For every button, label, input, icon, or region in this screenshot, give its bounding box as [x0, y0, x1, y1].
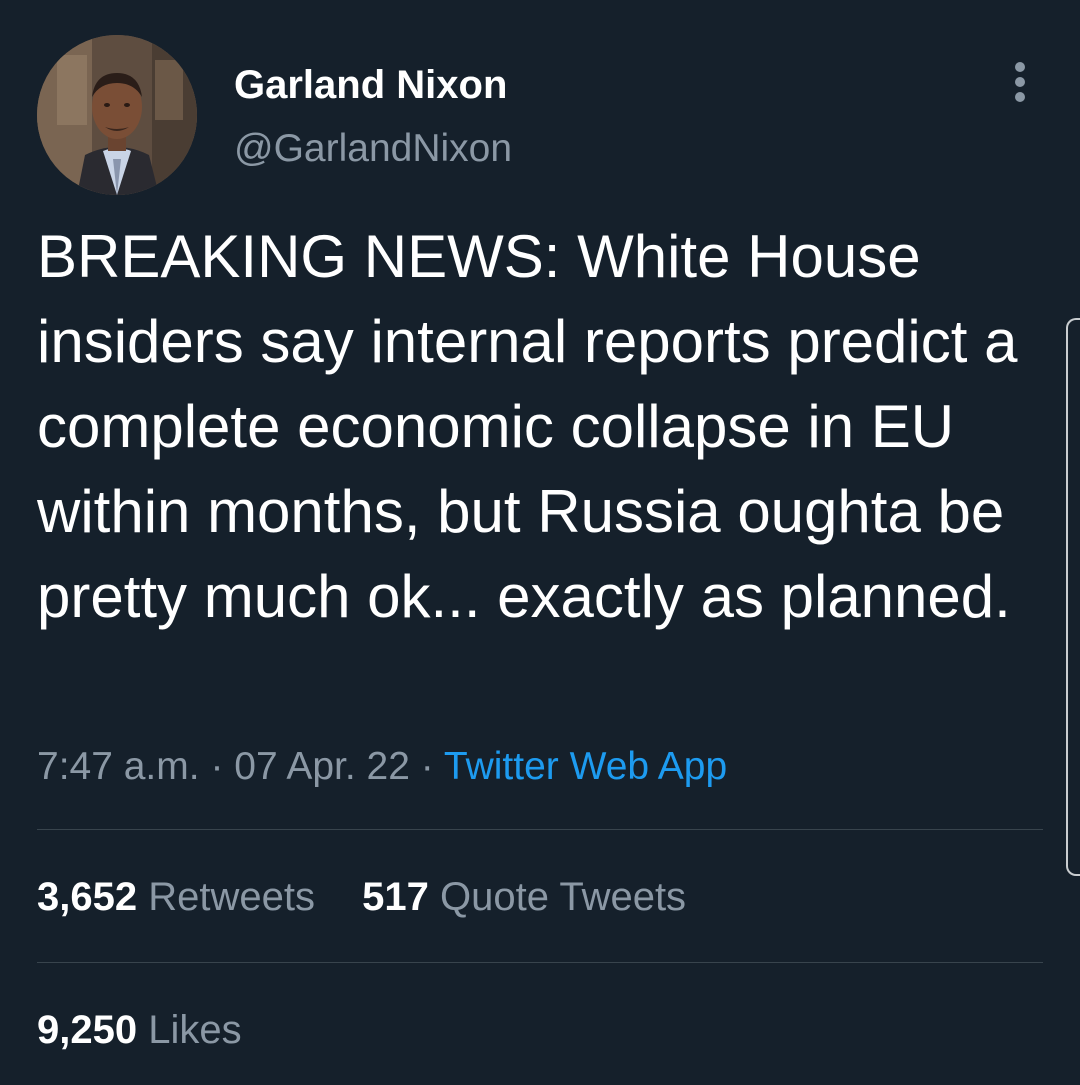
meta-separator: ·: [210, 745, 224, 788]
tweet-date[interactable]: 07 Apr. 22: [234, 745, 410, 788]
divider: [37, 829, 1043, 830]
retweets-label: Retweets: [148, 875, 315, 919]
meta-separator: ·: [420, 745, 434, 788]
likes-label: Likes: [148, 1008, 242, 1052]
quote-tweets-count: 517: [362, 875, 429, 919]
engagement-row: 3,652 Retweets 517 Quote Tweets: [37, 872, 722, 922]
likes-stat[interactable]: 9,250 Likes: [37, 1005, 242, 1055]
likes-row: 9,250 Likes: [37, 1005, 278, 1055]
more-dot: [1015, 77, 1025, 87]
retweets-stat[interactable]: 3,652 Retweets: [37, 872, 315, 922]
more-dot: [1015, 62, 1025, 72]
tweet-time[interactable]: 7:47 a.m.: [37, 745, 200, 788]
quote-tweets-stat[interactable]: 517 Quote Tweets: [362, 872, 686, 922]
author-handle[interactable]: @GarlandNixon: [234, 126, 512, 172]
quote-tweets-label: Quote Tweets: [439, 875, 687, 919]
avatar-photo: [37, 35, 197, 195]
author-display-name[interactable]: Garland Nixon: [234, 62, 507, 108]
tweet-detail: Garland Nixon @GarlandNixon BREAKING NEW…: [0, 0, 1080, 1085]
likes-count: 9,250: [37, 1008, 138, 1052]
tweet-metadata: 7:47 a.m. · 07 Apr. 22 · Twitter Web App: [37, 741, 727, 793]
retweets-count: 3,652: [37, 875, 138, 919]
tweet-text: BREAKING NEWS: White House insiders say …: [37, 223, 1018, 630]
author-avatar[interactable]: [37, 35, 197, 195]
scrollbar[interactable]: [1066, 318, 1080, 876]
divider: [37, 962, 1043, 963]
more-dot: [1015, 92, 1025, 102]
more-options-icon[interactable]: [1004, 58, 1036, 106]
tweet-source-link[interactable]: Twitter Web App: [444, 745, 727, 788]
